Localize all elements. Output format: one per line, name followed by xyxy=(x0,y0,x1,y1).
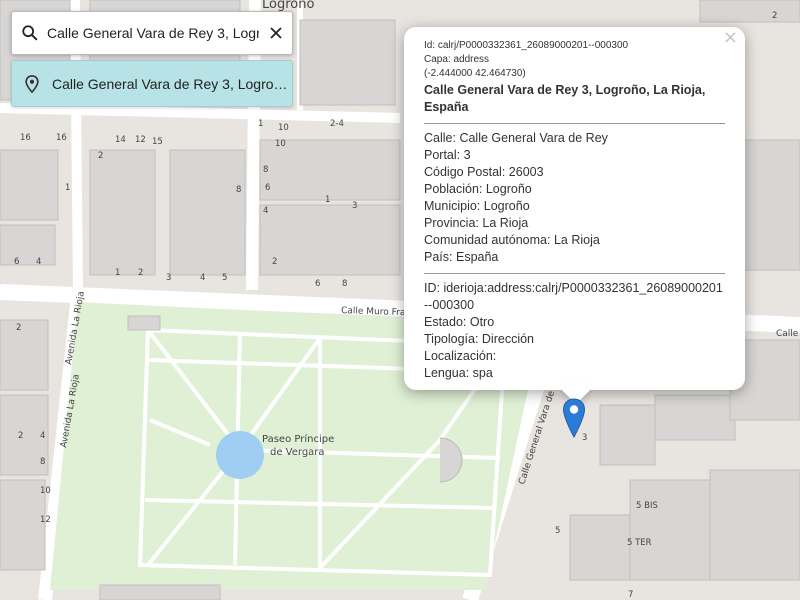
house-number: 12 xyxy=(135,135,146,145)
house-number: 5 xyxy=(222,273,227,283)
house-number: 12 xyxy=(40,515,51,525)
field-value: Logroño xyxy=(483,199,530,213)
house-number: 16 xyxy=(20,133,31,143)
popup-field-row: Provincia: La Rioja xyxy=(424,215,725,232)
popup-detail-id: ID: iderioja:address:calrj/P0000332361_2… xyxy=(424,281,723,312)
park-label: Paseo Príncipe xyxy=(262,433,334,445)
popup-id-line: Id: calrj/P0000332361_26089000201--00030… xyxy=(424,40,629,51)
house-number: 8 xyxy=(263,165,268,175)
house-number: 1 xyxy=(115,268,120,278)
house-number: 8 xyxy=(342,279,347,289)
house-number: 16 xyxy=(56,133,67,143)
house-number: 2-4 xyxy=(330,119,344,129)
location-marker-icon[interactable] xyxy=(562,398,586,438)
suggestion-text: Calle General Vara de Rey 3, Logroño, La… xyxy=(52,75,290,92)
house-number: 4 xyxy=(200,273,205,283)
popup-coords-line: (-2.444000 42.464730) xyxy=(424,68,526,79)
popup-field-row: Municipio: Logroño xyxy=(424,198,725,215)
map-pin-icon xyxy=(25,74,39,93)
popup-field-row: Población: Logroño xyxy=(424,181,725,198)
popup-field-row: Código Postal: 26003 xyxy=(424,164,725,181)
popup-detail-tipologia: Tipología: Dirección xyxy=(424,332,535,346)
field-value: Calle General Vara de Rey xyxy=(459,131,608,145)
field-label: País: xyxy=(424,250,453,264)
house-number: 2 xyxy=(138,268,143,278)
field-value: España xyxy=(455,250,499,264)
search-suggestion-item[interactable]: Calle General Vara de Rey 3, Logroño, La… xyxy=(11,60,293,107)
house-number: 8 xyxy=(40,457,45,467)
field-label: Municipio: xyxy=(424,199,481,213)
fountain-pond xyxy=(216,431,264,479)
house-number: 2 xyxy=(272,257,277,267)
house-number: 5 TER xyxy=(627,538,652,548)
popup-divider xyxy=(424,123,725,124)
close-icon[interactable] xyxy=(265,22,287,44)
popup-detail-estado: Estado: Otro xyxy=(424,315,495,329)
feature-info-popup: × Id: calrj/P0000332361_26089000201--000… xyxy=(404,27,745,405)
park-label-2: de Vergara xyxy=(270,447,325,458)
house-number: 10 xyxy=(278,123,289,133)
search-icon[interactable] xyxy=(21,24,39,42)
popup-title: Calle General Vara de Rey 3, Logroño, La… xyxy=(424,83,706,114)
house-number: 6 xyxy=(265,183,270,193)
house-number: 2 xyxy=(772,11,777,21)
field-value: La Rioja xyxy=(482,216,529,230)
popup-field-row: País: España xyxy=(424,249,725,266)
field-label: Portal: xyxy=(424,148,461,162)
field-label: Calle: xyxy=(424,131,456,145)
street-label: Calle xyxy=(776,329,799,339)
house-number: 7 xyxy=(628,590,633,600)
search-box xyxy=(11,11,293,55)
field-value: La Rioja xyxy=(553,233,600,247)
field-label: Código Postal: xyxy=(424,165,506,179)
field-label: Población: xyxy=(424,182,483,196)
popup-field-row: Portal: 3 xyxy=(424,147,725,164)
house-number: 6 xyxy=(14,257,19,267)
house-number: 3 xyxy=(166,273,171,283)
search-input[interactable] xyxy=(47,25,259,41)
house-number: 5 BIS xyxy=(636,501,658,511)
house-number: 15 xyxy=(152,137,163,147)
house-number: 2 xyxy=(16,323,21,333)
house-number: 6 xyxy=(315,279,320,289)
close-icon[interactable]: × xyxy=(723,29,738,47)
field-value: 26003 xyxy=(508,165,544,179)
house-number: 14 xyxy=(115,135,126,145)
popup-field-row: Comunidad autónoma: La Rioja xyxy=(424,232,725,249)
house-number: 4 xyxy=(263,206,268,216)
house-number: 2 xyxy=(18,431,23,441)
house-number: 10 xyxy=(275,139,286,149)
field-label: Provincia: xyxy=(424,216,479,230)
house-number: 4 xyxy=(36,257,41,267)
popup-divider xyxy=(424,273,725,274)
house-number: 8 xyxy=(236,185,241,195)
house-number: 2 xyxy=(98,151,103,161)
popup-fields: Calle: Calle General Vara de Rey Portal: … xyxy=(424,130,725,266)
house-number: 4 xyxy=(40,431,45,441)
house-number: 5 xyxy=(555,526,560,536)
field-value: Logroño xyxy=(485,182,532,196)
field-label: Comunidad autónoma: xyxy=(424,233,551,247)
house-number: 1 xyxy=(325,195,330,205)
house-number: 3 xyxy=(352,201,357,211)
popup-layer-line: Capa: address xyxy=(424,54,490,65)
house-number: 1 xyxy=(258,119,263,129)
house-number: 1 xyxy=(65,183,70,193)
field-value: 3 xyxy=(463,148,471,162)
house-number: 10 xyxy=(40,486,51,496)
popup-field-row: Calle: Calle General Vara de Rey xyxy=(424,130,725,147)
popup-detail-localizacion: Localización: xyxy=(424,349,497,363)
